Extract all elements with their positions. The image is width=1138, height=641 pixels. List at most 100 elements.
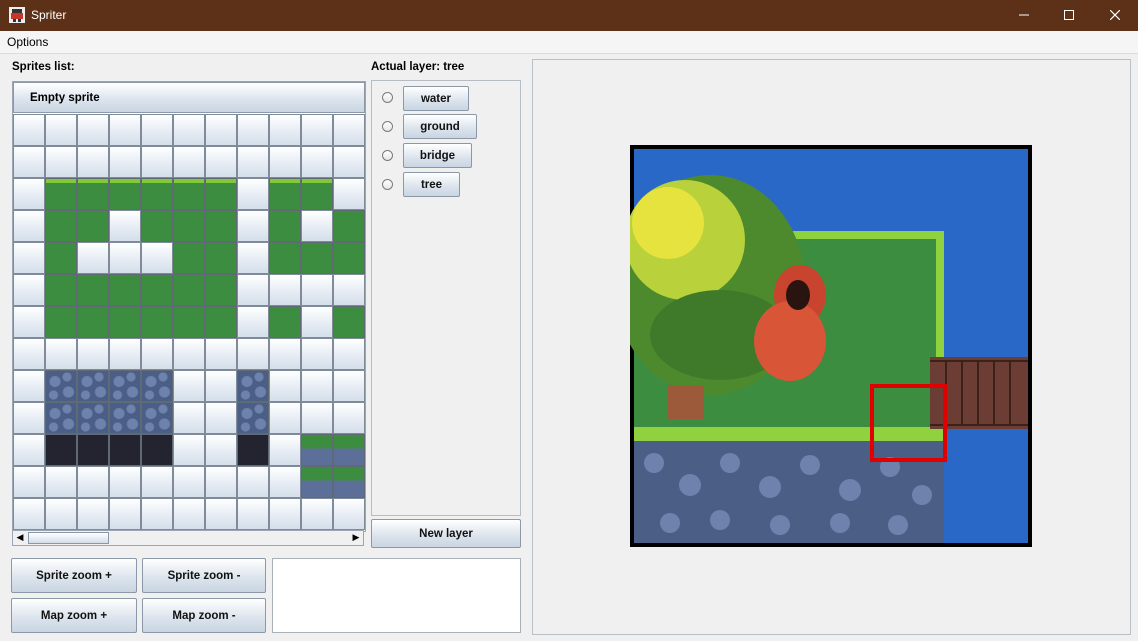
scroll-thumb[interactable]: [28, 532, 109, 544]
sprite-tile[interactable]: [269, 434, 301, 466]
sprite-tile[interactable]: [333, 146, 365, 178]
sprite-tile[interactable]: [205, 306, 237, 338]
close-button[interactable]: [1092, 0, 1138, 31]
sprite-tile[interactable]: [205, 242, 237, 274]
sprite-tile[interactable]: [173, 402, 205, 434]
sprite-tile[interactable]: [109, 466, 141, 498]
empty-sprite-button[interactable]: Empty sprite: [13, 82, 365, 113]
sprite-tile[interactable]: [237, 402, 269, 434]
sprite-tile[interactable]: [77, 242, 109, 274]
sprite-tile[interactable]: [109, 498, 141, 530]
sprite-tile[interactable]: [237, 146, 269, 178]
sprite-zoom-out-button[interactable]: Sprite zoom -: [142, 558, 266, 593]
sprite-tile[interactable]: [333, 210, 365, 242]
sprite-tile[interactable]: [13, 498, 45, 530]
sprite-tile[interactable]: [13, 178, 45, 210]
sprite-tile[interactable]: [237, 274, 269, 306]
sprite-tile[interactable]: [269, 178, 301, 210]
sprite-tile[interactable]: [77, 498, 109, 530]
scroll-right-icon[interactable]: ▶: [349, 531, 363, 545]
sprite-tile[interactable]: [141, 434, 173, 466]
sprite-tile[interactable]: [173, 242, 205, 274]
sprite-tile[interactable]: [333, 370, 365, 402]
sprite-tile[interactable]: [109, 434, 141, 466]
sprite-tile[interactable]: [301, 114, 333, 146]
sprite-tile[interactable]: [13, 146, 45, 178]
sprite-tile[interactable]: [77, 274, 109, 306]
sprite-tile[interactable]: [13, 402, 45, 434]
sprite-tile[interactable]: [333, 338, 365, 370]
sprite-tile[interactable]: [77, 306, 109, 338]
sprite-tile[interactable]: [333, 178, 365, 210]
sprite-tile[interactable]: [77, 178, 109, 210]
map-zoom-in-button[interactable]: Map zoom +: [11, 598, 137, 633]
sprite-tile[interactable]: [237, 370, 269, 402]
sprite-tile[interactable]: [269, 242, 301, 274]
sprite-tile[interactable]: [45, 178, 77, 210]
layer-radio-water[interactable]: [382, 92, 393, 103]
sprite-tile[interactable]: [141, 114, 173, 146]
sprite-tile[interactable]: [141, 306, 173, 338]
map-canvas[interactable]: [615, 145, 1032, 547]
sprite-tile[interactable]: [109, 370, 141, 402]
sprite-tile[interactable]: [237, 114, 269, 146]
sprite-tile[interactable]: [141, 338, 173, 370]
sprite-tile[interactable]: [301, 434, 333, 466]
sprite-tile[interactable]: [173, 498, 205, 530]
sprite-tile[interactable]: [333, 466, 365, 498]
sprite-tile[interactable]: [301, 370, 333, 402]
layer-radio-ground[interactable]: [382, 121, 393, 132]
sprite-tile[interactable]: [109, 178, 141, 210]
sprite-tile[interactable]: [45, 498, 77, 530]
scroll-left-icon[interactable]: ◀: [13, 531, 27, 545]
sprite-tile[interactable]: [205, 402, 237, 434]
sprite-tile[interactable]: [301, 178, 333, 210]
sprite-tile[interactable]: [301, 306, 333, 338]
sprite-tile[interactable]: [237, 434, 269, 466]
sprite-tile[interactable]: [77, 114, 109, 146]
layer-radio-bridge[interactable]: [382, 150, 393, 161]
layer-radio-tree[interactable]: [382, 179, 393, 190]
sprite-tile[interactable]: [141, 402, 173, 434]
maximize-button[interactable]: [1046, 0, 1092, 31]
sprite-tile[interactable]: [333, 306, 365, 338]
sprite-tile[interactable]: [13, 114, 45, 146]
info-text-area[interactable]: [272, 558, 521, 633]
sprite-tile[interactable]: [237, 306, 269, 338]
layer-button-tree[interactable]: tree: [403, 172, 460, 197]
sprite-tile[interactable]: [237, 242, 269, 274]
sprite-tile[interactable]: [301, 242, 333, 274]
sprite-tile[interactable]: [173, 466, 205, 498]
sprite-tile[interactable]: [173, 338, 205, 370]
sprite-tile[interactable]: [77, 402, 109, 434]
minimize-button[interactable]: [1001, 0, 1047, 31]
sprite-tile[interactable]: [173, 146, 205, 178]
sprites-horizontal-scrollbar[interactable]: ◀ ▶: [12, 530, 364, 546]
sprite-tile[interactable]: [45, 370, 77, 402]
sprite-tile[interactable]: [269, 210, 301, 242]
sprite-tile[interactable]: [13, 274, 45, 306]
menu-options[interactable]: Options: [7, 35, 48, 49]
sprite-tile[interactable]: [269, 498, 301, 530]
sprite-tile[interactable]: [141, 370, 173, 402]
sprite-tile[interactable]: [45, 114, 77, 146]
sprite-tile[interactable]: [301, 210, 333, 242]
sprite-tile[interactable]: [141, 498, 173, 530]
sprite-tile[interactable]: [269, 466, 301, 498]
sprite-tile[interactable]: [205, 498, 237, 530]
sprite-tile[interactable]: [205, 434, 237, 466]
sprite-tile[interactable]: [77, 210, 109, 242]
sprite-tile[interactable]: [205, 370, 237, 402]
sprite-tile[interactable]: [77, 338, 109, 370]
sprite-tile[interactable]: [333, 498, 365, 530]
sprite-tile[interactable]: [269, 274, 301, 306]
map-zoom-out-button[interactable]: Map zoom -: [142, 598, 266, 633]
sprite-tile[interactable]: [269, 338, 301, 370]
sprite-tile[interactable]: [141, 210, 173, 242]
sprite-tile[interactable]: [173, 210, 205, 242]
sprite-tile[interactable]: [301, 274, 333, 306]
sprite-tile[interactable]: [269, 114, 301, 146]
sprite-tile[interactable]: [205, 114, 237, 146]
sprite-tile[interactable]: [269, 146, 301, 178]
sprite-tile[interactable]: [109, 114, 141, 146]
